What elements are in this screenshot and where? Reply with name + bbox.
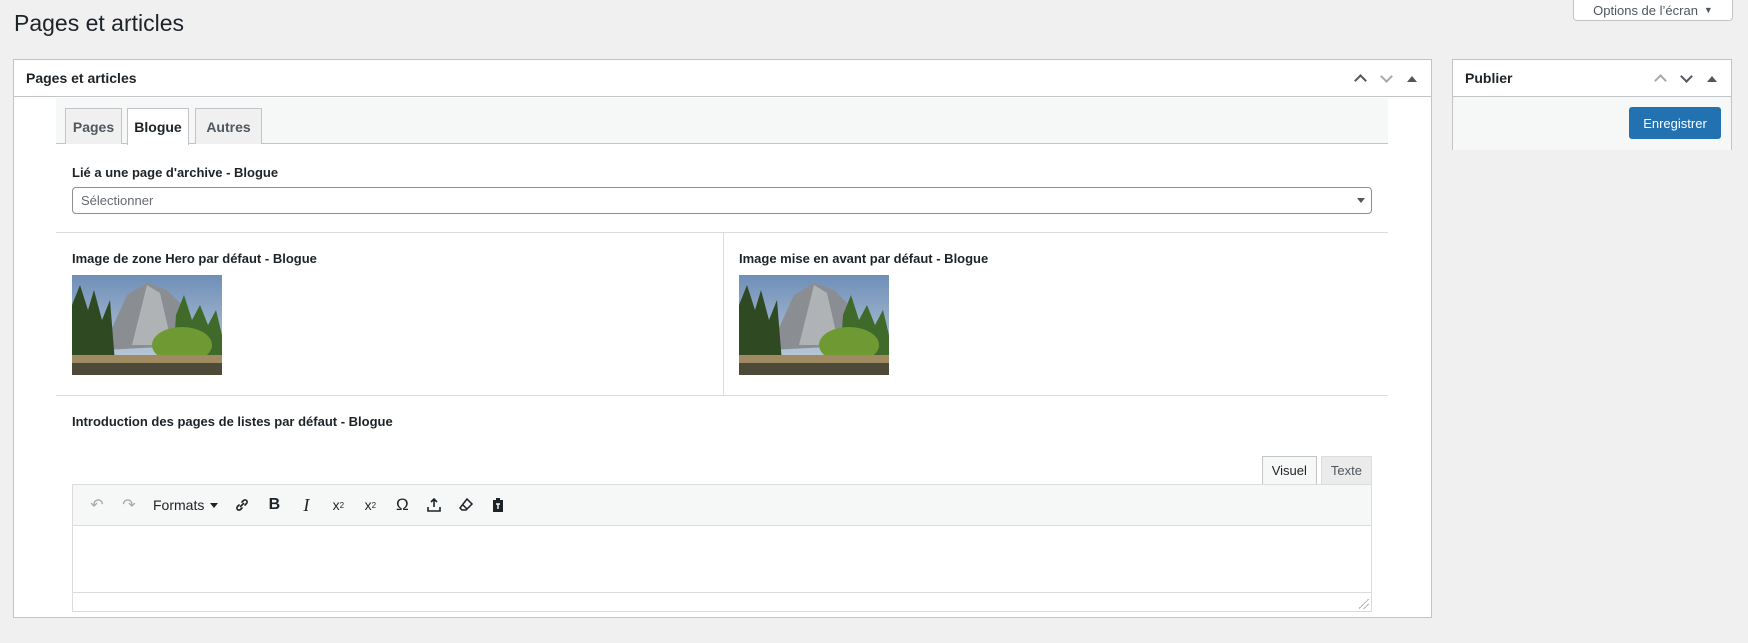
- chevron-down-icon: [1379, 70, 1393, 83]
- tabs-bar: Pages Blogue Autres: [56, 98, 1388, 145]
- editor-tab-text[interactable]: Texte: [1320, 456, 1372, 484]
- divider: [56, 395, 1388, 396]
- upload-icon[interactable]: [418, 490, 450, 520]
- postbox-header: Publier: [1453, 60, 1731, 97]
- link-icon[interactable]: [226, 490, 258, 520]
- tab-panel: Pages Blogue Autres Lié a une page d'arc…: [56, 98, 1388, 617]
- archive-select-value: Sélectionner: [81, 193, 154, 208]
- formats-label: Formats: [153, 497, 205, 513]
- editor-status-bar: [73, 593, 1371, 611]
- caret-down-icon: ▼: [1703, 5, 1713, 15]
- intro-label: Introduction des pages de listes par déf…: [72, 414, 393, 429]
- editor-mode-tabs: Visuel Texte: [1258, 456, 1372, 484]
- hero-image-label: Image de zone Hero par défaut - Blogue: [72, 251, 317, 266]
- page-title: Pages et articles: [14, 10, 185, 36]
- undo-icon[interactable]: ↶: [81, 490, 113, 520]
- handle-actions: [1647, 60, 1725, 97]
- editor-toolbar: ↶ ↷ Formats B I x2 x2 Ω: [73, 485, 1371, 526]
- triangle-up-icon: [1707, 75, 1717, 82]
- toggle-panel-button[interactable]: [1699, 60, 1725, 97]
- publish-actions: Enregistrer: [1453, 97, 1731, 150]
- move-up-button[interactable]: [1347, 60, 1373, 97]
- publish-box: Publier Enregistrer: [1452, 59, 1732, 150]
- featured-image-thumbnail[interactable]: [739, 275, 889, 375]
- tab-pages[interactable]: Pages: [65, 108, 122, 144]
- featured-image-label: Image mise en avant par défaut - Blogue: [739, 251, 989, 266]
- bold-icon[interactable]: B: [258, 490, 290, 520]
- move-down-button[interactable]: [1673, 60, 1699, 97]
- paste-icon[interactable]: [482, 490, 514, 520]
- archive-select[interactable]: Sélectionner: [72, 187, 1372, 214]
- pages-articles-box: Pages et articles Pages Blogue Autres Li…: [13, 59, 1432, 618]
- screen-options-label: Options de l’écran: [1593, 2, 1698, 18]
- tab-blogue[interactable]: Blogue: [127, 108, 189, 145]
- chevron-down-icon: [1679, 70, 1693, 83]
- select-caret-icon: [1357, 198, 1365, 203]
- screen-options-button[interactable]: Options de l’écran ▼: [1573, 0, 1733, 21]
- editor-content-area[interactable]: [73, 526, 1371, 593]
- column-divider: [723, 232, 724, 395]
- redo-icon[interactable]: ↷: [113, 490, 145, 520]
- move-up-button[interactable]: [1647, 60, 1673, 97]
- editor-tab-visual[interactable]: Visuel: [1261, 456, 1317, 484]
- move-down-button[interactable]: [1373, 60, 1399, 97]
- superscript-icon[interactable]: x2: [322, 490, 354, 520]
- divider: [56, 232, 1388, 233]
- landscape-image-icon: [739, 275, 889, 375]
- eraser-icon[interactable]: [450, 490, 482, 520]
- tab-autres[interactable]: Autres: [195, 108, 262, 144]
- caret-down-icon: [210, 502, 219, 508]
- postbox-title: Pages et articles: [26, 70, 137, 86]
- toggle-panel-button[interactable]: [1399, 60, 1425, 97]
- chevron-up-icon: [1653, 74, 1667, 87]
- archive-label: Lié a une page d'archive - Blogue: [72, 165, 279, 180]
- handle-actions: [1347, 60, 1425, 97]
- subscript-icon[interactable]: x2: [354, 490, 386, 520]
- postbox-header: Pages et articles: [14, 60, 1431, 97]
- omega-icon[interactable]: Ω: [386, 490, 418, 520]
- landscape-image-icon: [72, 275, 222, 375]
- rich-text-editor: ↶ ↷ Formats B I x2 x2 Ω: [72, 484, 1372, 612]
- formats-dropdown[interactable]: Formats: [145, 490, 226, 520]
- save-button[interactable]: Enregistrer: [1629, 107, 1721, 139]
- italic-icon[interactable]: I: [290, 490, 322, 520]
- postbox-title: Publier: [1465, 70, 1513, 86]
- triangle-up-icon: [1407, 75, 1417, 82]
- chevron-up-icon: [1353, 74, 1367, 87]
- resize-handle-icon[interactable]: [1359, 599, 1369, 609]
- hero-image-thumbnail[interactable]: [72, 275, 222, 375]
